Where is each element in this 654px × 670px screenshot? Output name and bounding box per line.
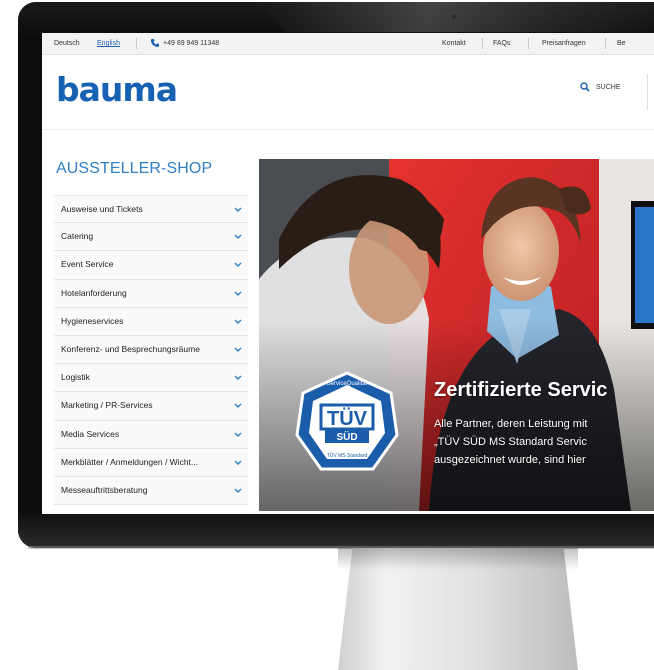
tuv-sued-badge: ServiceQualität TÜV SÜD TÜV MS Standard [295,371,399,471]
badge-main-text: TÜV [327,407,368,430]
chevron-down-icon [234,403,242,409]
utility-bar: Deutsch English +49 89 949 11348 Kontakt… [42,33,654,55]
stand-shadow [338,548,578,570]
badge-bottom-text: TÜV MS Standard [327,452,368,459]
sidebar-item-ausweise[interactable]: Ausweise und Tickets [54,195,248,224]
chevron-down-icon [234,347,242,352]
divider [528,38,529,49]
nav-preisanfragen[interactable]: Preisanfragen [542,40,586,47]
monitor-chin [18,514,654,548]
sidebar-item-hotel[interactable]: Hotelanforderung [54,279,248,308]
chevron-down-icon [234,319,242,324]
sidebar-item-label: Hotelanforderung [61,287,127,298]
search-button[interactable]: SUCHE [580,82,621,92]
divider [647,74,648,110]
site-header: bauma SUCHE [42,56,654,130]
language-deutsch-link[interactable]: Deutsch [54,40,80,47]
sidebar-item-label: Konferenz- und Besprechungsräume [61,343,200,354]
sidebar-item-messeauftritt[interactable]: Messeauftrittsberatung [54,476,248,506]
sidebar-heading: AUSSTELLER-SHOP [56,160,213,177]
hero-text: Alle Partner, deren Leistung mit „TÜV SÜ… [434,415,587,469]
sidebar-item-label: Hygieneservices [61,315,124,326]
chevron-down-icon [234,488,242,493]
sidebar-item-label: Event Service [61,259,114,270]
bauma-logo[interactable]: bauma [56,70,178,109]
badge-top-text: ServiceQualität [327,381,368,387]
sidebar-item-event-service[interactable]: Event Service [54,251,248,280]
nav-faqs[interactable]: FAQs [493,40,511,47]
sidebar-item-merkblaetter[interactable]: Merkblätter / Anmeldungen / Wicht... [54,448,248,477]
sidebar-item-label: Merkblätter / Anmeldungen / Wicht... [61,456,199,467]
divider [482,38,483,49]
nav-truncated[interactable]: Be [617,40,626,47]
badge-sub-text: SÜD [336,430,357,443]
chevron-down-icon [234,432,242,437]
sidebar-item-label: Ausweise und Tickets [61,204,143,214]
divider [605,38,606,49]
sidebar-item-label: Messeauftrittsberatung [61,484,148,495]
sidebar-item-label: Catering [61,231,94,242]
language-english-link[interactable]: English [97,40,120,47]
hero-text-line: ausgezeichnet wurde, sind hier [434,454,586,466]
chevron-down-icon [234,375,242,381]
sidebar-item-catering[interactable]: Catering [54,223,248,252]
sidebar-item-media[interactable]: Media Services [54,420,248,449]
sidebar-item-label: Media Services [61,428,120,439]
sidebar-item-label: Marketing / PR-Services [61,400,153,411]
chevron-down-icon [234,460,242,465]
sidebar-item-konferenz[interactable]: Konferenz- und Besprechungsräume [54,335,248,365]
divider [136,38,137,49]
hero-text-line: Alle Partner, deren Leistung mit [434,418,588,430]
chevron-down-icon [234,262,242,268]
chevron-down-icon [234,207,242,212]
sidebar-item-logistik[interactable]: Logistik [54,364,248,393]
sidebar-item-label: Logistik [61,372,90,383]
nav-kontakt[interactable]: Kontakt [442,40,466,47]
monitor-mockup: Deutsch English +49 89 949 11348 Kontakt… [0,0,654,670]
hero-banner[interactable]: ServiceQualität TÜV SÜD TÜV MS Standard … [259,159,654,511]
website-screen: Deutsch English +49 89 949 11348 Kontakt… [42,33,654,514]
phone-number[interactable]: +49 89 949 11348 [163,40,219,47]
sidebar-menu: Ausweise und Tickets Catering Event Serv… [54,195,248,506]
chevron-down-icon [234,234,242,240]
hero-text-line: „TÜV SÜD MS Standard Servic [434,436,587,448]
search-label: SUCHE [596,83,621,91]
hero-title: Zertifizierte Servic [434,379,608,401]
sidebar-item-hygiene[interactable]: Hygieneservices [54,307,248,336]
phone-icon [151,39,159,47]
bezel-reflection [260,2,654,32]
camera-icon [451,14,457,20]
search-icon [580,82,590,92]
chevron-down-icon [234,291,242,296]
sidebar-item-marketing[interactable]: Marketing / PR-Services [54,392,248,421]
